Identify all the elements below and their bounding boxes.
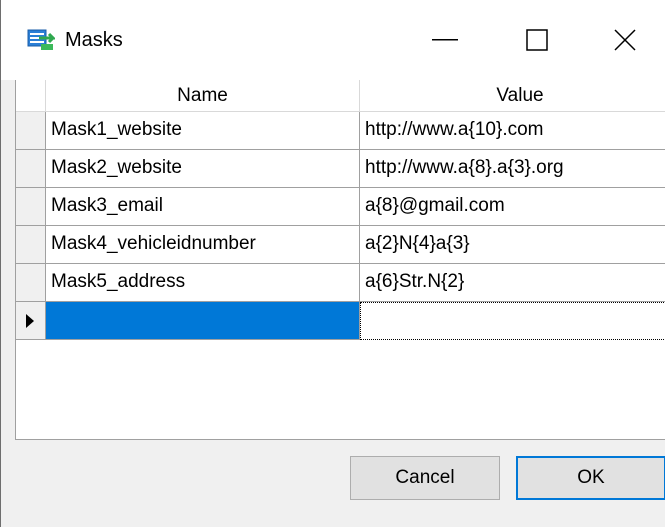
table-row[interactable]: Mask1_website http://www.a{10}.com [16,112,665,150]
grid-header: Name Value [16,80,665,112]
row-header[interactable] [16,150,46,188]
close-button[interactable] [585,0,665,80]
name-cell[interactable]: Mask5_address [46,264,360,302]
masks-dialog: Masks Name Value Mask1_website http://ww… [0,0,665,527]
row-header[interactable] [16,226,46,264]
maximize-button[interactable] [493,0,581,80]
value-cell[interactable]: http://www.a{10}.com [360,112,665,150]
name-cell[interactable]: Mask4_vehicleidnumber [46,226,360,264]
value-cell[interactable]: http://www.a{8}.a{3}.org [360,150,665,188]
window-title: Masks [65,29,123,51]
row-header[interactable] [16,188,46,226]
title-bar[interactable]: Masks [1,0,665,80]
close-icon [614,29,636,51]
value-cell[interactable]: a{2}N{4}a{3} [360,226,665,264]
value-cell[interactable] [360,302,665,340]
table-row[interactable]: Mask4_vehicleidnumber a{2}N{4}a{3} [16,226,665,264]
current-row-arrow-icon [26,314,34,328]
column-header-name[interactable]: Name [46,80,360,112]
cancel-button[interactable]: Cancel [350,456,500,500]
value-cell[interactable]: a{8}@gmail.com [360,188,665,226]
masks-grid[interactable]: Name Value Mask1_website http://www.a{10… [15,80,665,440]
ok-button[interactable]: OK [516,456,665,500]
name-cell[interactable]: Mask3_email [46,188,360,226]
masks-app-icon [27,28,57,52]
new-row[interactable] [16,302,665,340]
table-row[interactable]: Mask2_website http://www.a{8}.a{3}.org [16,150,665,188]
table-row[interactable]: Mask5_address a{6}Str.N{2} [16,264,665,302]
maximize-icon [526,29,548,51]
row-header[interactable] [16,264,46,302]
row-header[interactable] [16,112,46,150]
table-row[interactable]: Mask3_email a{8}@gmail.com [16,188,665,226]
name-cell[interactable]: Mask2_website [46,150,360,188]
name-cell[interactable]: Mask1_website [46,112,360,150]
column-header-value[interactable]: Value [360,80,665,112]
grid-corner [16,80,46,112]
value-cell[interactable]: a{6}Str.N{2} [360,264,665,302]
name-cell-selected[interactable] [46,302,360,340]
minimize-icon [432,39,458,41]
row-header[interactable] [16,302,46,340]
minimize-button[interactable] [401,0,489,80]
